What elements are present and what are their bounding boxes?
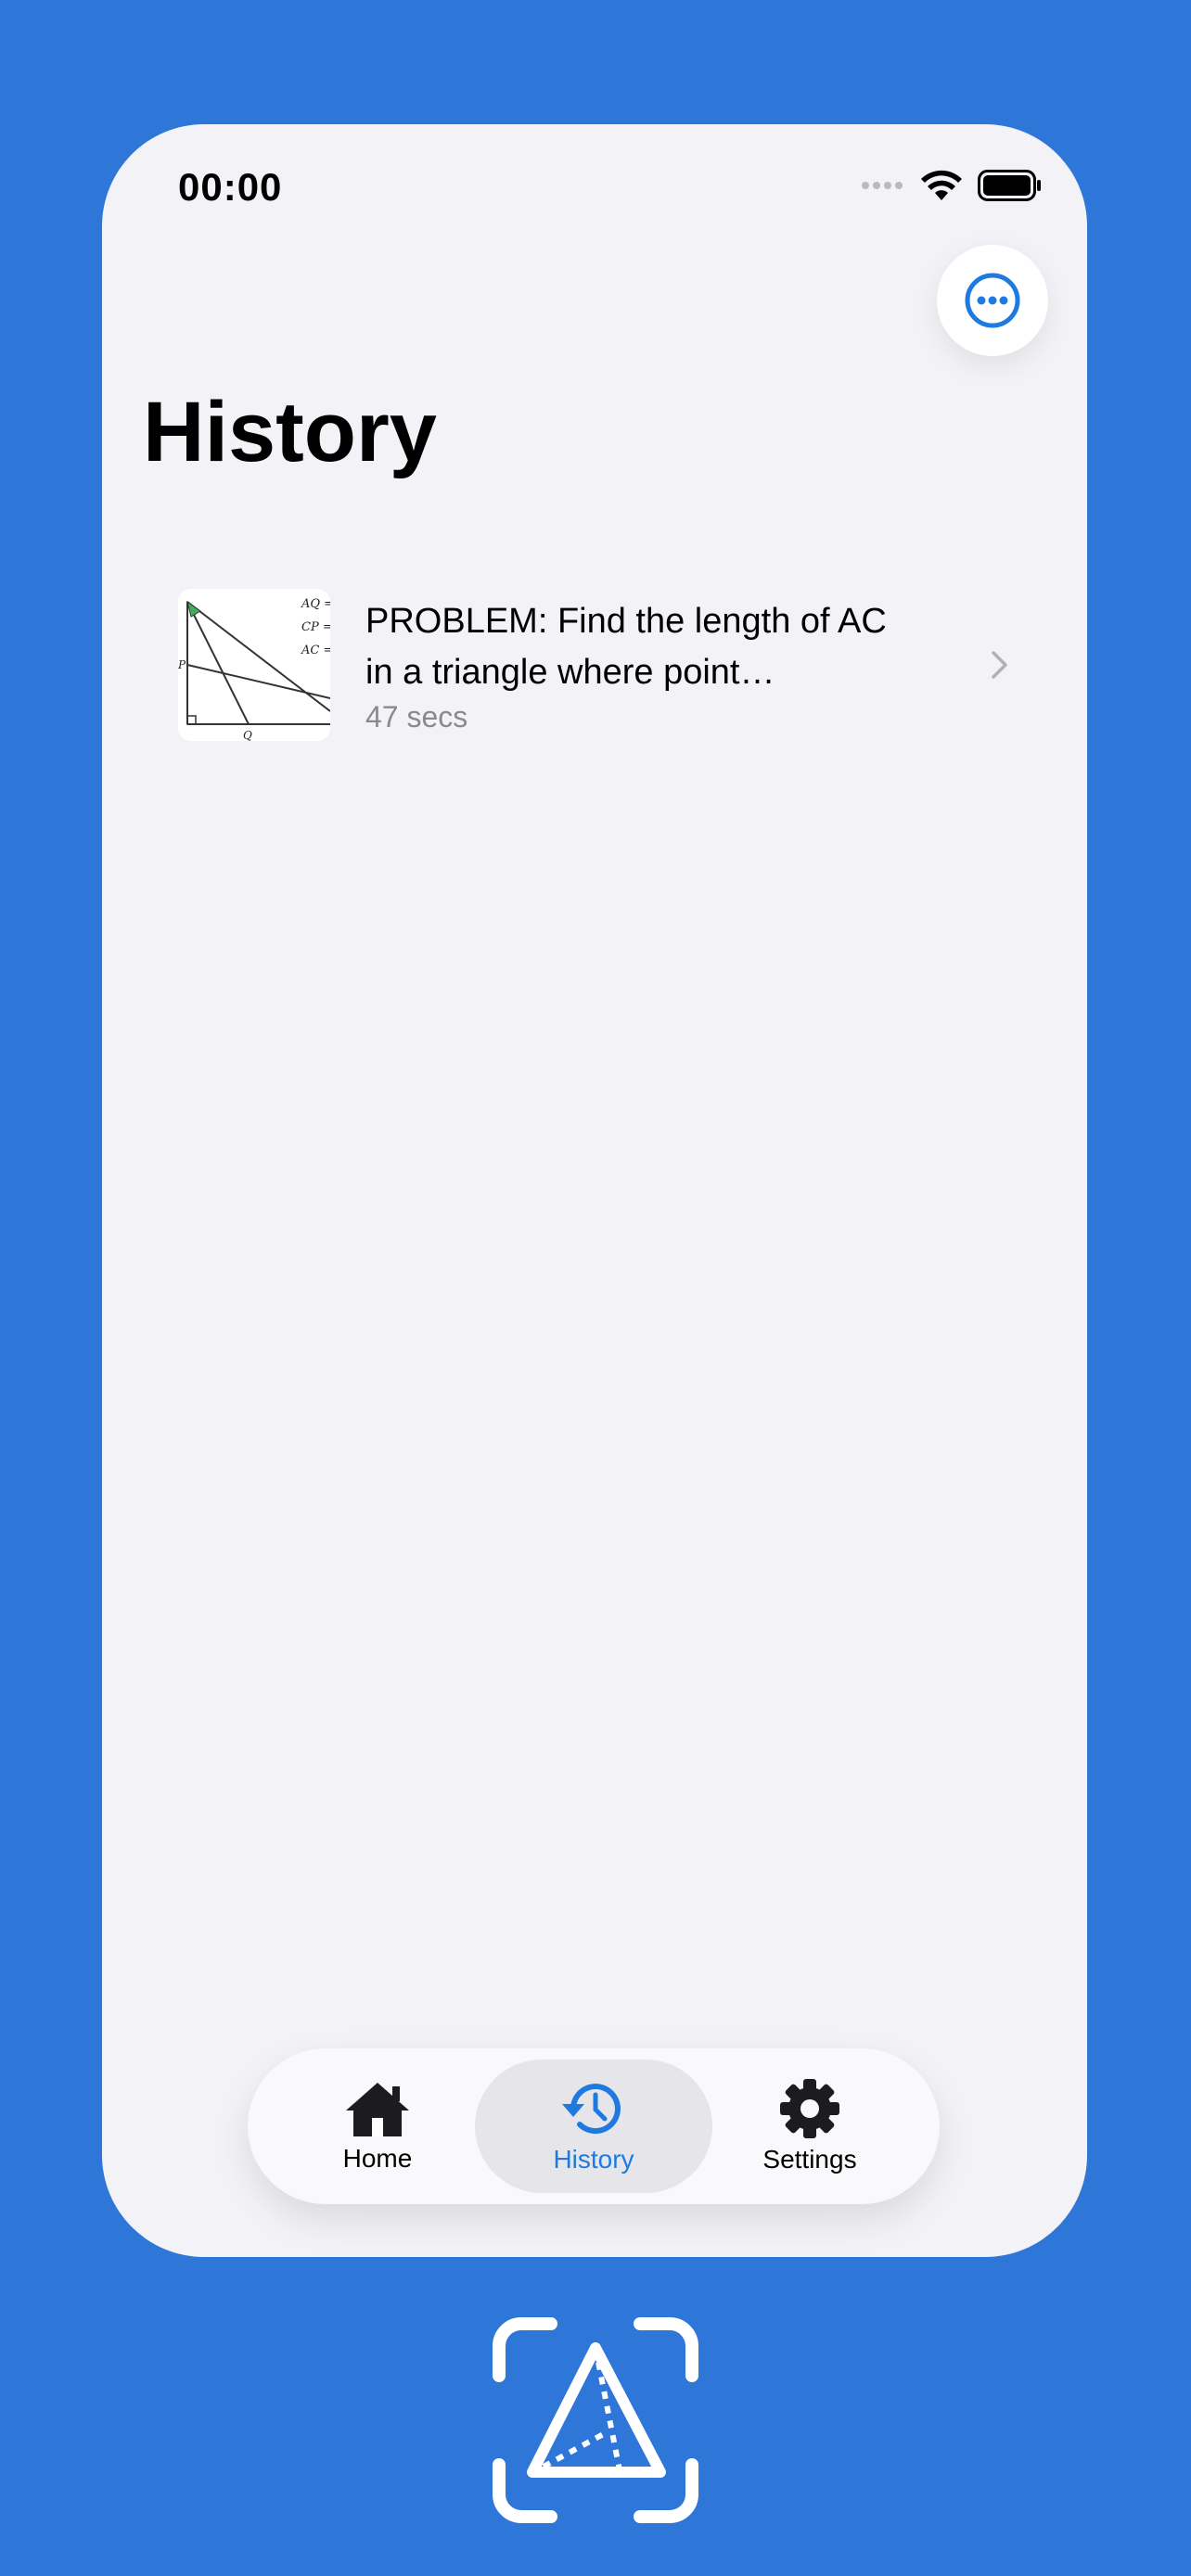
thumb-label-cp: CP =: [301, 620, 330, 634]
gear-icon: [780, 2079, 839, 2138]
house-icon: [346, 2083, 409, 2136]
app-logo-icon: [493, 2317, 698, 2523]
tab-home[interactable]: Home: [259, 2060, 496, 2193]
thumb-label-q: Q: [243, 729, 252, 741]
thumb-label-p: P: [178, 658, 186, 671]
triangle-diagram-thumbnail: AQ = CP = AC = P Q: [178, 589, 330, 741]
history-item-title: PROBLEM: Find the length of AC in a tria…: [365, 601, 887, 692]
chevron-right-icon: [992, 651, 1007, 679]
thumb-label-aq: AQ =: [301, 597, 330, 611]
history-item-duration: 47 secs: [365, 699, 468, 733]
wifi-icon: [921, 170, 962, 200]
status-icons: [861, 165, 1043, 206]
tab-settings-label: Settings: [762, 2145, 857, 2174]
problem-thumbnail: AQ = CP = AC = P Q: [178, 589, 330, 741]
history-item-text: PROBLEM: Find the length of AC in a tria…: [365, 596, 922, 734]
tab-home-label: Home: [342, 2144, 413, 2173]
tab-history-label: History: [553, 2145, 634, 2174]
signal-icon: [862, 182, 903, 189]
tab-settings[interactable]: Settings: [691, 2060, 928, 2193]
clock-history-icon: [562, 2084, 621, 2135]
more-options-button[interactable]: [937, 245, 1048, 356]
tab-bar: Home History Settings: [248, 2048, 940, 2204]
battery-icon: [978, 170, 1041, 201]
app-screen: 00:00 History AQ CP = AC = P Q PROBLEM: …: [102, 124, 1087, 2257]
tab-history[interactable]: History: [475, 2060, 712, 2193]
page-title: History: [143, 385, 437, 479]
thumb-label-ac: AC =: [301, 644, 330, 657]
history-list-item[interactable]: AQ = CP = AC = P Q PROBLEM: Find the len…: [178, 558, 1013, 772]
status-time: 00:00: [178, 165, 283, 209]
ellipsis-circle-icon: [965, 273, 1020, 328]
